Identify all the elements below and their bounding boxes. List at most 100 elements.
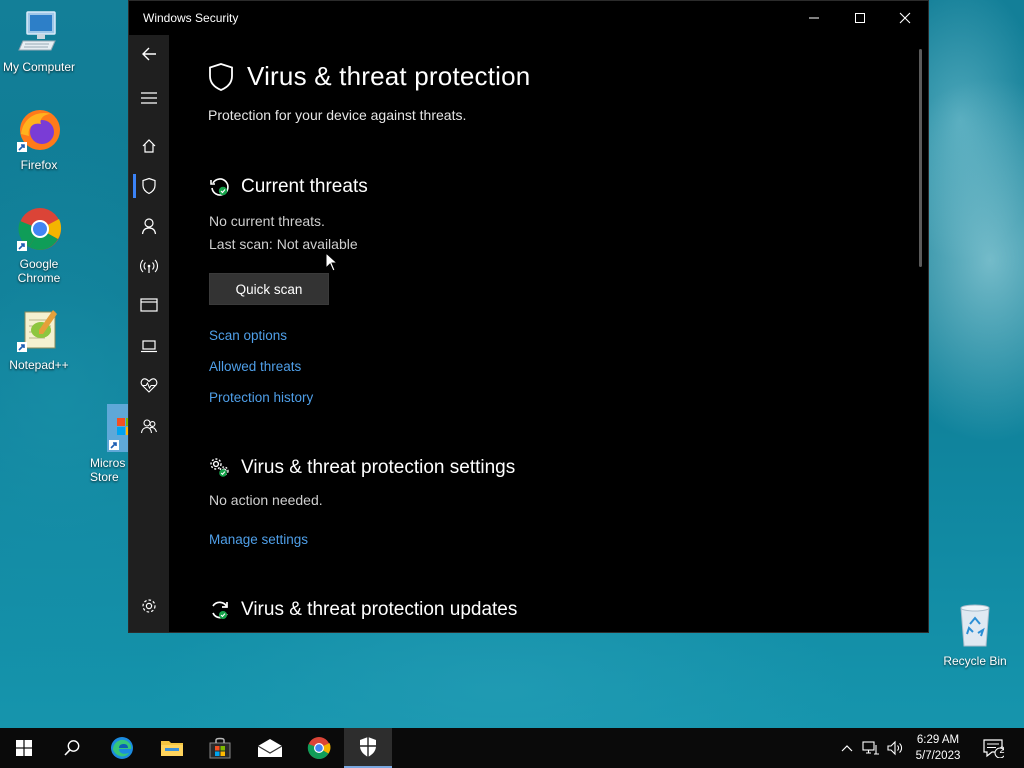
nav-settings[interactable]	[129, 588, 169, 624]
shield-icon	[360, 737, 376, 757]
clock[interactable]: 6:29 AM 5/7/2023	[906, 732, 970, 764]
minimize-button[interactable]	[791, 1, 837, 35]
quick-scan-button[interactable]: Quick scan	[209, 273, 329, 305]
menu-button[interactable]	[129, 80, 169, 116]
desktop-icon-label: Micros Store	[90, 456, 126, 484]
section-heading: Virus & threat protection settings	[241, 457, 516, 478]
protection-history-link[interactable]: Protection history	[209, 390, 313, 405]
page-title: Virus & threat protection	[247, 61, 531, 91]
notification-count-badge: 2	[999, 745, 1005, 755]
current-threats-header: Current threats	[209, 176, 368, 198]
nav-home[interactable]	[129, 128, 169, 164]
scan-options-link[interactable]: Scan options	[209, 328, 287, 343]
microsoft-store-icon	[209, 737, 231, 759]
heart-health-icon	[140, 378, 158, 393]
shield-icon	[142, 177, 156, 195]
nav-firewall-network[interactable]	[129, 248, 169, 284]
taskbar: 6:29 AM 5/7/2023 2	[0, 728, 1024, 768]
person-icon	[141, 218, 157, 235]
page-header: Virus & threat protection	[207, 61, 530, 92]
network-icon	[862, 741, 879, 755]
taskbar-store[interactable]	[196, 728, 244, 768]
nav-device-security[interactable]	[129, 328, 169, 364]
main-content: Virus & threat protection Protection for…	[169, 35, 924, 632]
taskbar-mail[interactable]	[246, 728, 294, 768]
settings-header: Virus & threat protection settings	[209, 457, 515, 479]
shield-icon	[209, 62, 233, 91]
desktop-icon-label: My Computer	[2, 60, 76, 74]
network-tray[interactable]	[860, 728, 882, 768]
title-bar[interactable]: Windows Security	[129, 1, 928, 35]
history-clock-icon	[210, 178, 229, 196]
nav-virus-threat-protection[interactable]	[129, 168, 169, 204]
clock-date: 5/7/2023	[915, 750, 961, 762]
action-center-button[interactable]: 2	[978, 728, 1008, 768]
allowed-threats-link[interactable]: Allowed threats	[209, 359, 301, 374]
section-heading: Virus & threat protection updates	[241, 599, 518, 620]
notepad-plus-plus-icon	[15, 306, 63, 354]
clock-time: 6:29 AM	[916, 734, 960, 746]
settings-gears-icon	[210, 458, 229, 477]
mail-icon	[257, 739, 283, 757]
last-scan-text: Last scan: Not available	[209, 236, 358, 252]
updates-header: Virus & threat protection updates	[209, 599, 517, 621]
speaker-icon	[887, 740, 902, 756]
section-heading: Current threats	[241, 176, 368, 197]
refresh-update-icon	[212, 601, 228, 619]
threat-status-text: No current threats.	[209, 213, 325, 229]
chrome-icon	[307, 737, 331, 759]
taskbar-windows-security[interactable]	[344, 728, 392, 768]
page-subtitle: Protection for your device against threa…	[208, 107, 467, 123]
side-navigation	[129, 35, 169, 632]
nav-app-browser-control[interactable]	[129, 287, 169, 323]
taskbar-edge[interactable]	[98, 728, 146, 768]
desktop-icon-firefox[interactable]: Firefox	[0, 106, 78, 172]
home-icon	[142, 139, 156, 153]
scrollbar-thumb[interactable]	[919, 49, 922, 267]
desktop-icon-notepad-plus-plus[interactable]: Notepad++	[0, 306, 78, 372]
close-icon	[899, 12, 911, 24]
edge-icon	[111, 737, 133, 759]
wireless-icon	[140, 259, 158, 273]
desktop-icon-label: Google Chrome	[17, 257, 61, 285]
maximize-icon	[855, 13, 865, 23]
desktop-icon-my-computer[interactable]: My Computer	[0, 8, 78, 74]
search-button[interactable]	[48, 728, 96, 768]
nav-account-protection[interactable]	[129, 208, 169, 244]
desktop-icon-label: Firefox	[20, 158, 58, 172]
app-browser-icon	[140, 298, 158, 312]
windows-logo-icon	[16, 740, 32, 756]
active-indicator	[133, 174, 136, 198]
family-icon	[140, 419, 158, 434]
taskbar-file-explorer[interactable]	[148, 728, 196, 768]
chevron-up-icon	[841, 745, 853, 752]
firefox-icon	[15, 106, 63, 154]
chrome-icon	[15, 205, 63, 253]
back-button[interactable]	[129, 36, 169, 72]
close-button[interactable]	[882, 1, 928, 35]
maximize-button[interactable]	[837, 1, 883, 35]
volume-tray[interactable]	[884, 728, 906, 768]
desktop-icon-label: Notepad++	[9, 358, 69, 372]
start-button[interactable]	[0, 728, 48, 768]
desktop-icon-chrome[interactable]: Google Chrome	[0, 205, 78, 285]
taskbar-chrome[interactable]	[295, 728, 343, 768]
manage-settings-link[interactable]: Manage settings	[209, 532, 308, 547]
back-arrow-icon	[142, 47, 156, 61]
minimize-icon	[809, 17, 819, 19]
desktop-icon-label: Recycle Bin	[943, 654, 1007, 668]
settings-gear-icon	[142, 599, 156, 613]
laptop-icon	[141, 340, 157, 353]
window-title: Windows Security	[143, 11, 239, 25]
recycle-bin-icon	[951, 602, 999, 650]
search-icon	[64, 740, 80, 756]
show-hidden-icons-button[interactable]	[838, 728, 856, 768]
nav-family-options[interactable]	[129, 408, 169, 444]
hamburger-menu-icon	[141, 92, 157, 104]
mouse-cursor-icon	[325, 252, 339, 272]
folder-icon	[161, 741, 183, 756]
settings-status-text: No action needed.	[209, 492, 323, 508]
desktop-icon-recycle-bin[interactable]: Recycle Bin	[936, 602, 1014, 668]
computer-icon	[15, 8, 63, 56]
nav-device-performance-health[interactable]	[129, 367, 169, 403]
